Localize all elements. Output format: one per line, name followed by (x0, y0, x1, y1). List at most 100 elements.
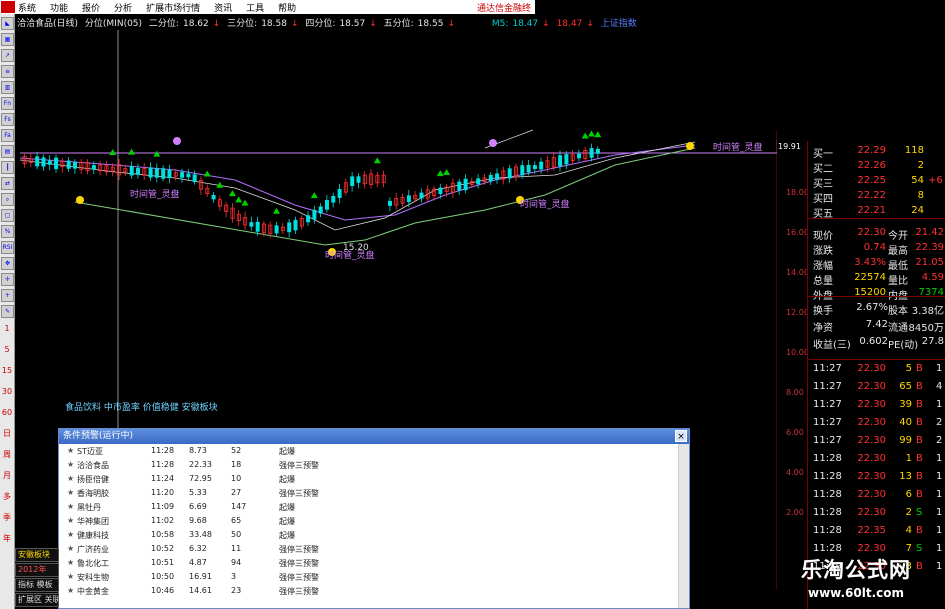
alert-row[interactable]: ★ 洽洽食品 11:28 22.33 18 强停三预警 (59, 458, 679, 472)
tick-row[interactable]: 11:28 22.30 1 B 1 (808, 453, 945, 468)
period-15min[interactable]: 15 (0, 360, 14, 381)
tick-row[interactable]: 11:27 22.30 65 B 4 (808, 381, 945, 396)
crosshair-icon[interactable]: ✛ (1, 273, 14, 286)
add-icon[interactable]: + (1, 289, 14, 302)
alert-price: 6.32 (189, 544, 207, 553)
q3-label: 三分位: (227, 19, 258, 29)
tick-row[interactable]: 11:27 22.30 39 B 1 (808, 399, 945, 414)
alert-row[interactable]: ★ 广济药业 10:52 6.32 11 强停三预警 (59, 542, 679, 556)
menu-item-news[interactable]: 资讯 (214, 1, 232, 14)
bid-volume: 24 (911, 205, 924, 216)
period-quarter[interactable]: 季 (0, 507, 14, 528)
compare-icon[interactable]: ⇄ (1, 177, 14, 190)
fa-icon[interactable]: Fa (1, 129, 14, 142)
tick-volume: 6 (905, 489, 912, 500)
tick-row[interactable]: 11:28 22.30 13 B 1 (808, 471, 945, 486)
trend-icon[interactable]: ↗ (1, 49, 14, 62)
period-5min[interactable]: 5 (0, 339, 14, 360)
percent-icon[interactable]: % (1, 225, 14, 238)
bid-row[interactable]: 买三 22.25 54 +6 (808, 175, 945, 190)
period-60min[interactable]: 60 (0, 402, 14, 423)
tick-row[interactable]: 11:28 22.30 2 S 1 (808, 507, 945, 522)
stock-name: 洽洽食品(日线) (17, 19, 79, 29)
bid-row[interactable]: 买一 22.29 118 (808, 145, 945, 160)
menu-item-extended-market[interactable]: 扩展市场行情 (146, 1, 200, 14)
period-day[interactable]: 日 (0, 423, 14, 444)
period-1min[interactable]: 1 (0, 318, 14, 339)
period-30min[interactable]: 30 (0, 381, 14, 402)
alert-price: 33.48 (189, 530, 212, 539)
fs-icon[interactable]: Fs (1, 113, 14, 126)
tick-row[interactable]: 11:28 22.35 4 B 1 (808, 525, 945, 540)
period-year[interactable]: 年 (0, 528, 14, 549)
period-week[interactable]: 周 (0, 444, 14, 465)
tab-sector[interactable]: 安徽板块 (15, 548, 59, 562)
tick-volume: 99 (899, 435, 912, 446)
alert-stock-name: 黑牡丹 (77, 503, 101, 512)
tick-row[interactable]: 11:27 22.30 40 B 2 (808, 417, 945, 432)
tick-time: 11:27 (813, 399, 842, 410)
menu-item-function[interactable]: 功能 (50, 1, 68, 14)
table-icon[interactable]: ▤ (1, 145, 14, 158)
alert-value: 3 (231, 572, 237, 581)
alert-row[interactable]: ★ 中金黄金 10:46 14.61 23 强停三预警 (59, 584, 679, 598)
tick-row[interactable]: 11:27 22.30 99 B 2 (808, 435, 945, 450)
menu-item-help[interactable]: 帮助 (278, 1, 296, 14)
candle-icon[interactable]: ┃ (1, 161, 14, 174)
dialog-scrollbar[interactable] (678, 444, 689, 608)
grid-icon[interactable]: ▦ (1, 33, 14, 46)
tick-side: B (916, 363, 923, 374)
dialog-title[interactable]: 条件预警(运行中) (59, 429, 689, 444)
window-icon[interactable]: ▢ (1, 209, 14, 222)
stat-value: 0.74 (863, 242, 886, 253)
close-icon[interactable]: × (675, 430, 687, 442)
tick-time: 11:28 (813, 489, 842, 500)
candle-body (73, 162, 78, 169)
alert-row[interactable]: ★ ST迈亚 11:28 8.73 52 起爆 (59, 444, 679, 458)
menu-item-quote[interactable]: 报价 (82, 1, 100, 14)
alert-price: 72.95 (189, 474, 212, 483)
quote-panel: 买一 22.29 118 买二 22.26 2 买三 22.25 54 +6 买四 22.22 8 买五 2… (807, 141, 945, 609)
tick-row[interactable]: 11:28 22.30 6 B 1 (808, 489, 945, 504)
menu-item-analysis[interactable]: 分析 (114, 1, 132, 14)
candle-body (419, 192, 424, 199)
alert-row[interactable]: ★ 安科生物 10:50 16.91 3 强停三预警 (59, 570, 679, 584)
alert-value: 94 (231, 558, 242, 567)
search-icon[interactable]: ⌕ (1, 193, 14, 206)
rsi-icon[interactable]: RSI (1, 241, 14, 254)
tick-row[interactable]: 11:27 22.30 5 B 1 (808, 363, 945, 378)
alert-time: 11:20 (151, 488, 175, 497)
bar-chart-icon[interactable]: ▥ (1, 81, 14, 94)
alert-time: 10:58 (151, 530, 175, 539)
alert-row[interactable]: ★ 华神集团 11:02 9.68 65 起爆 (59, 514, 679, 528)
line-chart-icon[interactable]: ◣ (1, 17, 14, 30)
sector-tags: 食品饮料 中市盈率 价值稳健 安徽板块 (65, 403, 218, 413)
menu-item-system[interactable]: 系统 (18, 1, 36, 14)
alert-row[interactable]: ★ 黑牡丹 11:09 6.69 147 起爆 (59, 500, 679, 514)
tab-year[interactable]: 2012年 (15, 563, 59, 577)
draw-icon[interactable]: ✎ (1, 305, 14, 318)
period-month[interactable]: 月 (0, 465, 14, 486)
alert-row[interactable]: ★ 鲁北化工 10:51 4.87 94 强停三预警 (59, 556, 679, 570)
list-icon[interactable]: ≡ (1, 65, 14, 78)
tick-time: 11:28 (813, 471, 842, 482)
tab-extended[interactable]: 扩展区 关联 (15, 593, 59, 607)
period-multi[interactable]: 多 (0, 486, 14, 507)
tab-indicator[interactable]: 指标 模板 (15, 578, 59, 592)
bid-row[interactable]: 买二 22.26 2 (808, 160, 945, 175)
candle-body (186, 173, 191, 178)
move-icon[interactable]: ✥ (1, 257, 14, 270)
q3-value: 18.58 (261, 19, 287, 29)
alert-row[interactable]: ★ 健康科技 10:58 33.48 50 起爆 (59, 528, 679, 542)
menu-item-tools[interactable]: 工具 (246, 1, 264, 14)
tick-count: 1 (936, 363, 943, 374)
price-tag: 19.91 (778, 142, 801, 151)
alert-row[interactable]: ★ 扬臣倍健 11:24 72.95 10 起爆 (59, 472, 679, 486)
alert-value: 65 (231, 516, 242, 525)
bid-row[interactable]: 买四 22.22 8 (808, 190, 945, 205)
alert-row[interactable]: ★ 香海明胶 11:20 5.33 27 强停三预警 (59, 486, 679, 500)
chart-title-line: 洽洽食品(日线) 分位(MIN(05) 二分位: 18.62 ↓ 三分位: 18.58… (17, 16, 641, 30)
fn-icon[interactable]: Fn (1, 97, 14, 110)
watermark-url: www.60lt.com (807, 586, 905, 600)
candle-body (287, 222, 292, 233)
